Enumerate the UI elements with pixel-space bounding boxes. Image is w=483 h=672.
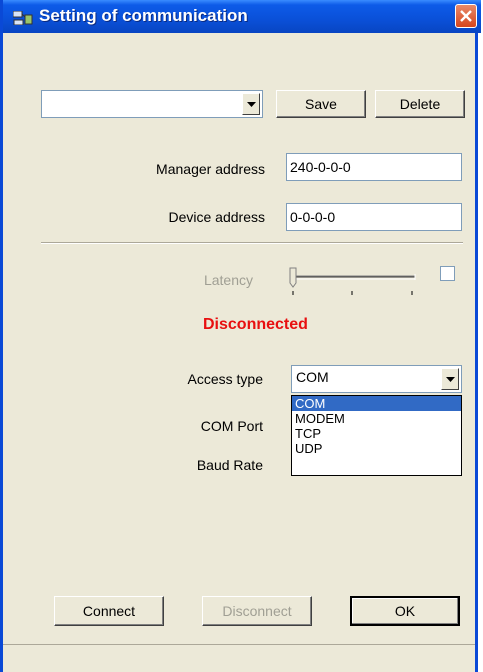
communication-settings-window: Setting of communication Save Delete Man…	[0, 0, 481, 672]
save-button-label: Save	[305, 96, 337, 112]
connect-button[interactable]: Connect	[54, 596, 164, 626]
ok-button-label: OK	[394, 603, 416, 619]
delete-button-label: Delete	[399, 96, 441, 112]
option-udp[interactable]: UDP	[292, 441, 461, 456]
profile-select[interactable]	[41, 90, 263, 118]
manager-address-field[interactable]: 240-0-0-0	[286, 153, 462, 181]
latency-slider[interactable]	[287, 264, 417, 296]
com-port-label: COM Port	[200, 418, 263, 434]
latency-checkbox[interactable]	[440, 266, 455, 281]
chevron-down-icon	[446, 377, 455, 382]
device-address-field[interactable]: 0-0-0-0	[286, 203, 462, 231]
disconnect-button[interactable]: Disconnect	[202, 596, 312, 626]
access-type-label: Access type	[187, 371, 263, 387]
connection-status: Disconnected	[203, 316, 308, 333]
latency-label: Latency	[203, 272, 253, 288]
close-button[interactable]	[455, 4, 477, 28]
option-tcp[interactable]: TCP	[292, 426, 461, 441]
latency-slider-thumb	[289, 267, 297, 288]
access-type-value: COM	[296, 369, 329, 385]
network-computers-icon	[13, 11, 33, 25]
device-address-label: Device address	[168, 209, 266, 225]
ok-button[interactable]: OK	[350, 596, 460, 626]
option-com[interactable]: COM	[292, 396, 461, 411]
access-type-options[interactable]: COM MODEM TCP UDP	[291, 395, 462, 476]
status-bar	[3, 644, 475, 672]
connect-button-label: Connect	[82, 603, 136, 619]
title-bar[interactable]: Setting of communication	[3, 0, 481, 33]
save-button[interactable]: Save	[276, 90, 366, 118]
disconnect-button-label: Disconnect	[222, 603, 292, 619]
delete-button[interactable]: Delete	[375, 90, 465, 118]
option-modem[interactable]: MODEM	[292, 411, 461, 426]
baud-rate-label: Baud Rate	[196, 457, 263, 473]
profile-dropdown-arrow[interactable]	[242, 93, 260, 115]
access-type-dropdown-arrow[interactable]	[441, 368, 459, 390]
manager-address-label: Manager address	[156, 161, 265, 177]
chevron-down-icon	[247, 102, 256, 107]
section-divider	[41, 242, 463, 244]
close-icon	[460, 10, 472, 22]
window-title: Setting of communication	[39, 6, 248, 25]
access-type-select[interactable]: COM	[291, 365, 462, 393]
